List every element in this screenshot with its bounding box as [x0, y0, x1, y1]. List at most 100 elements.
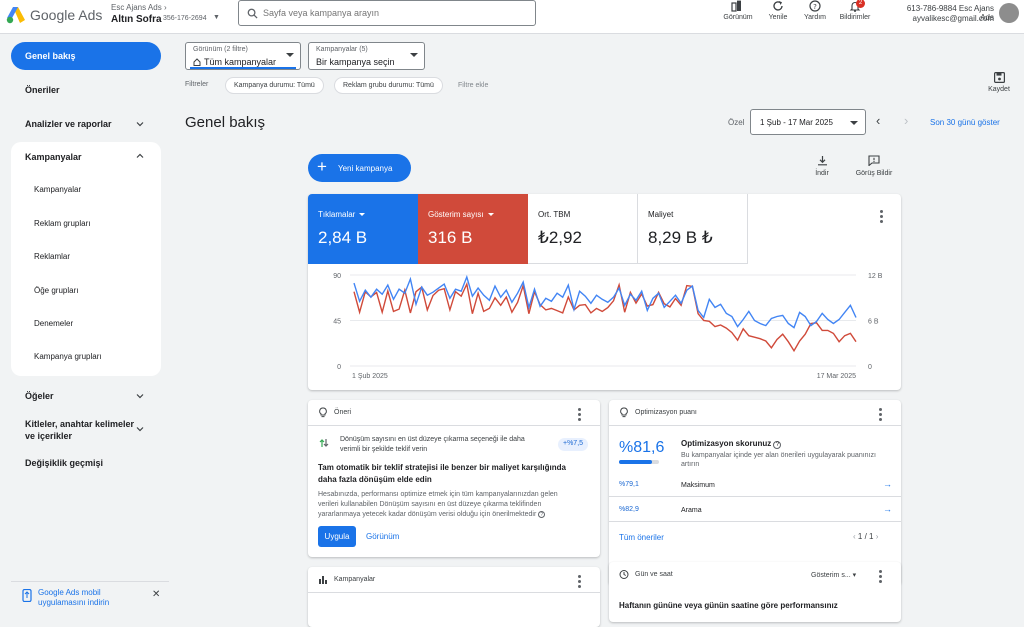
save-button[interactable]: Kaydet	[986, 72, 1012, 93]
phone-icon	[22, 589, 32, 602]
score-row-name[interactable]: Arama	[681, 507, 702, 514]
help-icon: ?	[809, 0, 821, 12]
metric-cost[interactable]: Maliyet 8,29 B ₺	[638, 194, 748, 264]
home-icon	[193, 58, 201, 66]
chart-x-start-label: 1 Şub 2025	[352, 373, 388, 380]
bid-arrows-icon	[319, 439, 329, 447]
chevron-left-icon[interactable]: ‹	[853, 532, 856, 541]
notifications-button[interactable]: 2 Bildirimler	[836, 0, 874, 21]
chevron-right-icon[interactable]: ›	[876, 532, 879, 541]
recommendation-card: Öneri Dönüşüm sayısını en üst düzeye çık…	[308, 400, 600, 557]
sidebar-item-overview[interactable]: Genel bakış	[11, 42, 161, 70]
score-row-value: %82,9	[619, 506, 639, 513]
new-campaign-button[interactable]: + Yeni kampanya	[308, 154, 411, 182]
chevron-left-icon[interactable]: ‹	[876, 114, 886, 127]
chevron-right-icon[interactable]: ›	[904, 114, 914, 127]
optimization-score: %81,6	[619, 439, 665, 456]
sidebar-item-campaigns-list[interactable]: Kampanyalar	[34, 185, 81, 194]
mobile-app-promo[interactable]: Google Ads mobil uygulamasını indirin ✕	[11, 581, 169, 609]
chevron-up-icon[interactable]	[136, 152, 144, 160]
account-name[interactable]: Altın Sofra	[111, 14, 162, 25]
add-filter-button[interactable]: Filtre ekle	[458, 82, 488, 89]
chart-right-tick-label: 0	[868, 364, 872, 371]
sidebar-item-campaign-groups[interactable]: Kampanya grupları	[34, 352, 102, 361]
more-options-icon[interactable]	[880, 210, 884, 224]
account-dropdown-icon[interactable]: ▼	[213, 14, 220, 21]
feedback-icon	[868, 155, 880, 166]
view-filter-dropdown[interactable]: Görünüm (2 filtre) Tüm kampanyalar	[185, 42, 301, 70]
view-recommendation-link[interactable]: Görünüm	[366, 532, 399, 541]
lightbulb-icon	[620, 407, 628, 418]
google-ads-logo[interactable]	[6, 6, 26, 24]
help-icon[interactable]: ?	[773, 441, 782, 449]
all-recommendations-link[interactable]: Tüm öneriler	[619, 533, 664, 542]
caret-down-icon	[410, 53, 418, 57]
sidebar-item-insights[interactable]: Analizler ve raporlar	[25, 119, 112, 129]
appearance-icon	[731, 0, 741, 12]
recommendation-body: Hesabınızda, performansı optimize etmek …	[318, 491, 558, 518]
refresh-button[interactable]: Yenile	[764, 0, 792, 21]
sidebar-item-asset-groups[interactable]: Öğe grupları	[34, 286, 78, 295]
appearance-button[interactable]: Görünüm	[722, 0, 754, 21]
pager: ‹ 1 / 1 ›	[853, 532, 879, 541]
help-button[interactable]: ? Yardım	[801, 0, 829, 21]
sidebar-item-audiences[interactable]: Kitleler, anahtar kelimeler ve içerikler	[25, 418, 134, 442]
sidebar-item-campaigns[interactable]: Kampanyalar	[25, 152, 82, 162]
search-box[interactable]	[238, 0, 536, 26]
close-icon[interactable]: ✕	[152, 589, 160, 600]
main-content: Görünüm (2 filtre) Tüm kampanyalar Kampa…	[170, 34, 1024, 627]
arrow-right-icon[interactable]: →	[883, 479, 892, 489]
arrow-right-icon[interactable]: →	[883, 504, 892, 514]
sidebar-item-recommendations[interactable]: Öneriler	[25, 85, 60, 95]
chevron-down-icon[interactable]	[136, 425, 144, 433]
sidebar-item-assets[interactable]: Öğeler	[25, 391, 54, 401]
caret-down-icon	[286, 53, 294, 57]
lightbulb-icon	[319, 407, 327, 418]
chevron-right-icon: ›	[163, 3, 167, 12]
more-options-icon[interactable]	[578, 575, 582, 589]
score-row-value: %79,1	[619, 481, 639, 488]
top-bar: Google Ads Esc Ajans Ads › Altın Sofra 3…	[0, 0, 1024, 34]
caret-down-icon	[487, 213, 494, 217]
sidebar-item-ad-groups[interactable]: Reklam grupları	[34, 219, 90, 228]
metric-impressions[interactable]: Gösterim sayısı 316 B	[418, 194, 528, 264]
optimization-score-card: Optimizasyon puanı %81,6 Optimizasyon sk…	[609, 400, 901, 585]
apply-button[interactable]: Uygula	[318, 526, 356, 547]
chart-left-tick-label: 90	[333, 273, 341, 280]
date-type-label: Özel	[728, 118, 745, 127]
sidebar: Genel bakış Öneriler Analizler ve raporl…	[0, 34, 170, 609]
search-icon	[247, 8, 258, 19]
metric-avg-cpc[interactable]: Ort. TBM ₺2,92	[528, 194, 638, 264]
sidebar-item-ads[interactable]: Reklamlar	[34, 252, 70, 261]
save-icon	[993, 72, 1005, 83]
plus-icon: +	[317, 157, 327, 176]
metric-clicks[interactable]: Tıklamalar 2,84 B	[308, 194, 418, 264]
campaign-filter-dropdown[interactable]: Kampanyalar (5) Bir kampanya seçin	[308, 42, 425, 70]
brand-name: Google Ads	[30, 7, 103, 23]
more-options-icon[interactable]	[578, 408, 582, 422]
filter-chip-campaign-status[interactable]: Kampanya durumu: Tümü	[225, 77, 324, 94]
download-button[interactable]: İndir	[810, 155, 834, 177]
account-manager[interactable]: Esc Ajans Ads ›	[111, 3, 167, 12]
performance-card: Tıklamalar 2,84 B Gösterim sayısı 316 B …	[308, 194, 901, 390]
chevron-down-icon[interactable]	[136, 120, 144, 128]
more-options-icon[interactable]	[879, 570, 883, 584]
show-last-30-days-link[interactable]: Son 30 günü göster	[930, 118, 1000, 127]
clock-icon	[619, 570, 629, 579]
score-heading: Optimizasyon skorunuz ?	[681, 439, 782, 449]
avatar[interactable]	[999, 3, 1019, 23]
feedback-button[interactable]: Görüş Bildir	[850, 155, 898, 177]
search-input[interactable]	[263, 6, 523, 20]
chevron-down-icon[interactable]	[136, 392, 144, 400]
date-range-picker[interactable]: 1 Şub - 17 Mar 2025	[750, 109, 866, 135]
account-id: 356-176-2694	[163, 15, 207, 22]
filter-chip-adgroup-status[interactable]: Reklam grubu durumu: Tümü	[334, 77, 443, 94]
sidebar-item-change-history[interactable]: Değişiklik geçmişi	[25, 458, 103, 468]
daytime-metric-dropdown[interactable]: Gösterim s... ▾	[811, 571, 856, 579]
sidebar-item-experiments[interactable]: Denemeler	[34, 319, 73, 328]
refresh-icon	[773, 1, 783, 11]
score-row-name[interactable]: Maksimum	[681, 482, 715, 489]
more-options-icon[interactable]	[879, 408, 883, 422]
chart-left-tick-label: 0	[337, 364, 341, 371]
info-icon[interactable]: ?	[538, 511, 546, 518]
